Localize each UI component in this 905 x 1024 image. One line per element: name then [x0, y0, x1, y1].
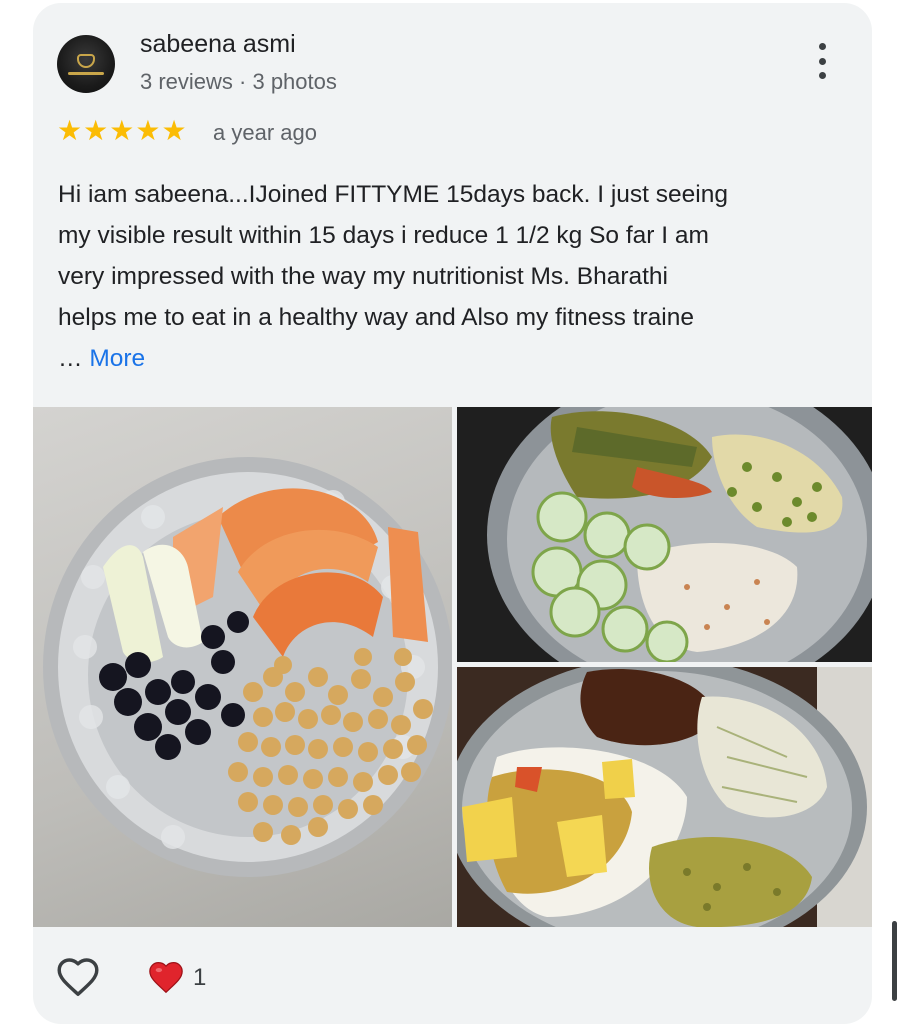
- review-time: a year ago: [213, 120, 317, 145]
- red-heart-icon[interactable]: [147, 959, 185, 997]
- logo-crest: [77, 53, 95, 68]
- review-actions: 1: [55, 953, 206, 1003]
- ellipsis: …: [58, 345, 83, 372]
- review-text-line: my visible result within 15 days i reduc…: [58, 222, 709, 249]
- star-icon: ★: [83, 115, 109, 146]
- avatar[interactable]: [57, 35, 115, 93]
- star-icon: ★: [109, 115, 135, 146]
- review-photo-1[interactable]: [33, 407, 452, 927]
- author-name[interactable]: sabeena asmi: [140, 30, 296, 59]
- review-text-line: Hi iam sabeena...IJoined FITTYME 15days …: [58, 181, 728, 208]
- review-photo-3[interactable]: [457, 667, 872, 927]
- review-text-line: helps me to eat in a healthy way and Als…: [58, 304, 694, 331]
- author-meta: 3 reviews · 3 photos: [140, 69, 337, 94]
- rating-stars: ★ ★ ★ ★ ★: [57, 116, 187, 146]
- heart-outline-icon[interactable]: [55, 955, 101, 1001]
- review-photo-2[interactable]: [457, 407, 872, 662]
- star-icon: ★: [161, 115, 187, 146]
- scrollbar[interactable]: [892, 921, 897, 1001]
- review-card: sabeena asmi 3 reviews · 3 photos ★ ★ ★ …: [33, 3, 872, 1024]
- more-vert-icon[interactable]: [809, 41, 835, 81]
- review-text-line: very impressed with the way my nutrition…: [58, 263, 668, 290]
- star-icon: ★: [135, 115, 161, 146]
- logo-bar: [68, 71, 104, 75]
- more-link[interactable]: More: [89, 345, 145, 372]
- star-icon: ★: [57, 115, 83, 146]
- reaction-count: 1: [193, 964, 207, 991]
- more-line: … More: [58, 338, 858, 379]
- review-text: Hi iam sabeena...IJoined FITTYME 15days …: [58, 174, 858, 379]
